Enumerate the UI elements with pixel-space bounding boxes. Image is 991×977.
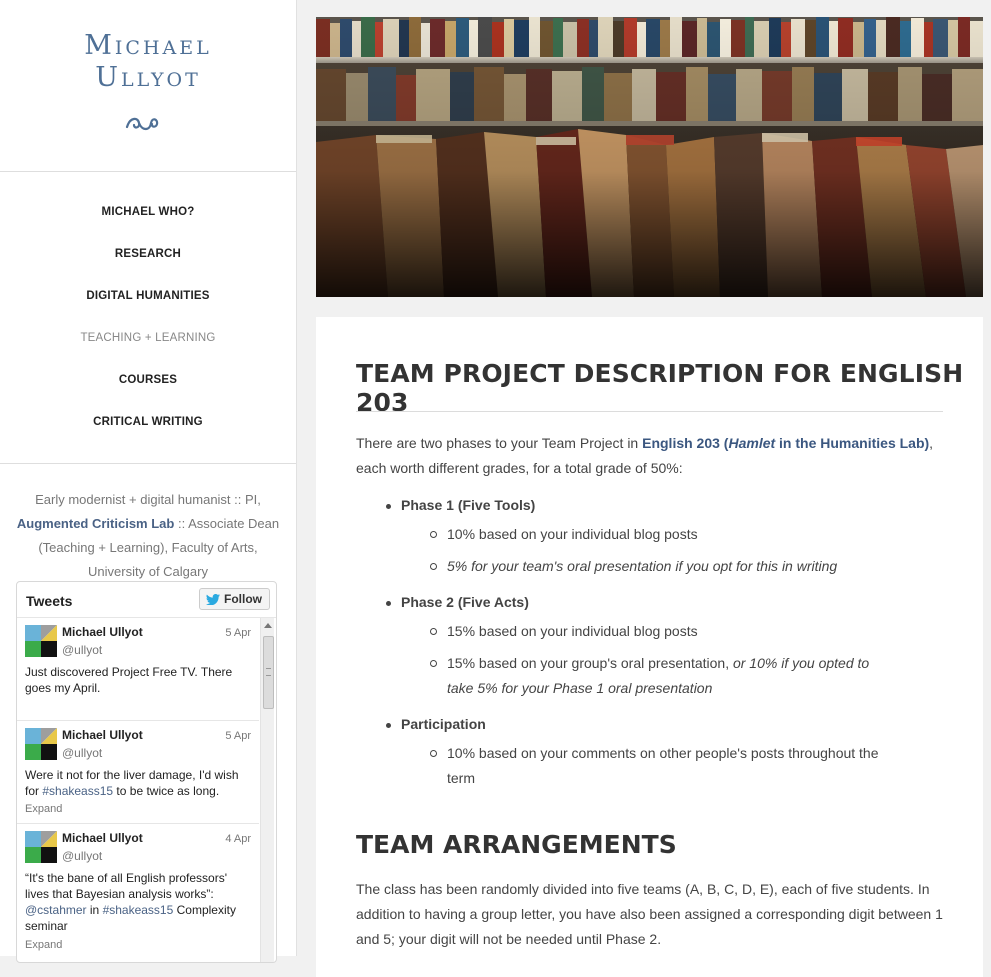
tweet-expand-link[interactable]: Expand xyxy=(25,939,62,951)
course-link[interactable]: English 203 (Hamlet in the Humanities La… xyxy=(642,435,929,451)
tweet-text-part: “It's the bane of all English professors… xyxy=(25,871,228,901)
tweet-text: Were it not for the liver damage, I'd wi… xyxy=(25,767,245,799)
phase-item: term xyxy=(447,770,475,786)
nav-item-teaching-learning[interactable]: TEACHING + LEARNING xyxy=(0,332,296,374)
course-link-text: in the Humanities Lab) xyxy=(775,435,930,451)
nav-item-courses[interactable]: COURSES xyxy=(0,374,296,416)
scrollbar-thumb[interactable] xyxy=(263,636,274,709)
tweet-text-part: in xyxy=(89,903,100,917)
twitter-widget-header: Tweets Follow xyxy=(17,582,276,618)
avatar[interactable] xyxy=(25,728,57,760)
phase-label: Participation xyxy=(401,716,486,732)
header-image-library-books xyxy=(316,17,983,297)
bio-pre: Early modernist + digital humanist :: PI… xyxy=(35,492,261,507)
site-title[interactable]: Michael Ullyot xyxy=(0,30,296,94)
sidebar: Michael Ullyot MICHAEL WHO? RESEARCH DIG… xyxy=(0,0,297,963)
tweet-author[interactable]: Michael Ullyot xyxy=(62,625,143,639)
tweet-handle[interactable]: @ullyot xyxy=(62,746,102,760)
tweet[interactable]: Michael Ullyot @ullyot 5 Apr Were it not… xyxy=(17,721,259,824)
main-nav: MICHAEL WHO? RESEARCH DIGITAL HUMANITIES… xyxy=(0,206,296,458)
follow-button[interactable]: Follow xyxy=(199,588,270,610)
bio: Early modernist + digital humanist :: PI… xyxy=(12,488,284,584)
phase-item: 10% based on your comments on other peop… xyxy=(447,745,879,761)
course-link-em: Hamlet xyxy=(728,435,776,451)
nav-item-research[interactable]: RESEARCH xyxy=(0,248,296,290)
site-title-line2: Ullyot xyxy=(95,62,201,93)
tweet-text-part: to be twice as long. xyxy=(116,784,220,798)
tweet-date[interactable]: 4 Apr xyxy=(225,833,251,845)
tweet-text: Just discovered Project Free TV. There g… xyxy=(25,665,233,695)
twitter-widget-title: Tweets xyxy=(26,593,73,609)
nav-item-michael-who[interactable]: MICHAEL WHO? xyxy=(0,206,296,248)
phase-label: Phase 2 (Five Acts) xyxy=(401,594,529,610)
phase-item-text: or 10% if you opted to xyxy=(732,655,870,671)
sub-bullet xyxy=(430,660,437,667)
phase-item-text: 15% based on your group's oral presentat… xyxy=(447,655,730,671)
tweet-text: “It's the bane of all English professors… xyxy=(25,870,245,934)
intro-text: There are two phases to your Team Projec… xyxy=(356,435,639,451)
ornament-swirl-icon xyxy=(125,117,159,131)
hashtag-link[interactable]: #shakeass15 xyxy=(103,903,174,917)
tweet-expand-link[interactable]: Expand xyxy=(25,803,62,815)
bio-lab-link[interactable]: Augmented Criticism Lab xyxy=(17,516,174,531)
twitter-bird-icon xyxy=(206,593,220,605)
section-title: TEAM ARRANGEMENTS xyxy=(356,830,677,859)
section-paragraph-line: addition to having a group letter, you h… xyxy=(356,906,943,922)
tweet-handle[interactable]: @ullyot xyxy=(62,643,102,657)
course-link-text: English 203 ( xyxy=(642,435,729,451)
tweet-author[interactable]: Michael Ullyot xyxy=(62,831,143,845)
article-title: TEAM PROJECT DESCRIPTION FOR ENGLISH 203 xyxy=(356,359,964,417)
phase-item: 15% based on your group's oral presentat… xyxy=(447,651,869,676)
hashtag-link[interactable]: #shakeass15 xyxy=(42,784,113,798)
nav-item-critical-writing[interactable]: CRITICAL WRITING xyxy=(0,416,296,458)
sub-bullet xyxy=(430,628,437,635)
tweet-author[interactable]: Michael Ullyot xyxy=(62,728,143,742)
divider xyxy=(0,171,296,172)
tweets-scrollbar[interactable] xyxy=(260,618,274,962)
bullet xyxy=(386,601,391,606)
bullet xyxy=(386,723,391,728)
twitter-widget: Tweets Follow Michael Ullyot @ullyot 5 A… xyxy=(16,581,277,963)
avatar[interactable] xyxy=(25,625,57,657)
tweet-handle[interactable]: @ullyot xyxy=(62,849,102,863)
sub-bullet xyxy=(430,531,437,538)
phase-item: 5% for your team's oral presentation if … xyxy=(447,558,838,574)
avatar[interactable] xyxy=(25,831,57,863)
intro-paragraph: There are two phases to your Team Projec… xyxy=(356,431,946,481)
tweet-date[interactable]: 5 Apr xyxy=(225,627,251,639)
article: TEAM PROJECT DESCRIPTION FOR ENGLISH 203… xyxy=(316,317,983,977)
phase-label: Phase 1 (Five Tools) xyxy=(401,497,536,513)
phase-item: 15% based on your individual blog posts xyxy=(447,623,698,639)
phase-item: take 5% for your Phase 1 oral presentati… xyxy=(447,680,713,696)
tweet[interactable]: Michael Ullyot @ullyot 5 Apr Just discov… xyxy=(17,618,259,721)
nav-item-digital-humanities[interactable]: DIGITAL HUMANITIES xyxy=(0,290,296,332)
sub-bullet xyxy=(430,563,437,570)
mention-link[interactable]: @cstahmer xyxy=(25,903,87,917)
follow-button-label: Follow xyxy=(224,592,262,606)
divider xyxy=(0,463,296,464)
sub-bullet xyxy=(430,750,437,757)
scroll-up-arrow-icon[interactable] xyxy=(264,623,272,628)
site-title-line1: Michael xyxy=(84,30,212,61)
section-paragraph-line: and 5; your digit will not be needed unt… xyxy=(356,931,662,947)
tweet-date[interactable]: 5 Apr xyxy=(225,730,251,742)
bullet xyxy=(386,504,391,509)
tweet[interactable]: Michael Ullyot @ullyot 4 Apr “It's the b… xyxy=(17,824,259,962)
section-paragraph-line: The class has been randomly divided into… xyxy=(356,881,930,897)
phase-item: 10% based on your individual blog posts xyxy=(447,526,698,542)
title-divider xyxy=(356,411,943,412)
